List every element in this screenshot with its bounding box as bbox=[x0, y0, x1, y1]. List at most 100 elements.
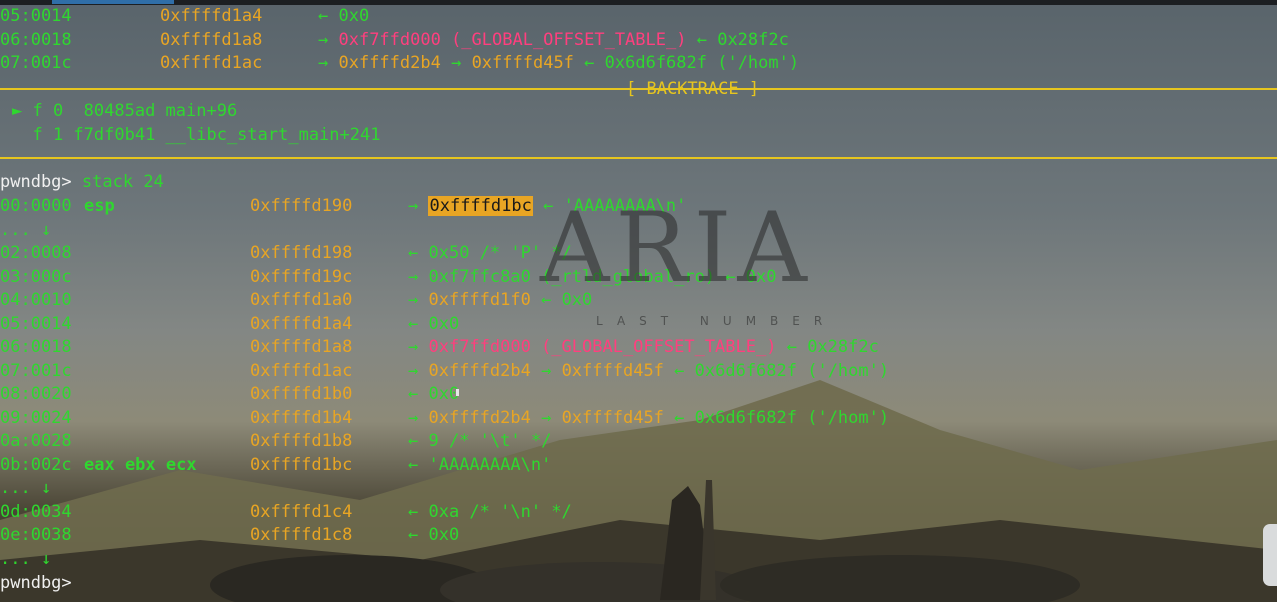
stack-row: 07:001c 0xffffd1ac → 0xffffd2b4 → 0xffffd4… bbox=[0, 52, 799, 75]
stack-index: 05:0014 bbox=[0, 313, 72, 334]
stack-row: 04:0010 0xffffd1a0 → 0xffffd1f0 ← 0x0 bbox=[0, 289, 592, 312]
pointer-arrow: → bbox=[408, 337, 429, 357]
stack-address: 0xffffd190 bbox=[250, 196, 353, 216]
value-text: 0x0 bbox=[428, 384, 460, 404]
stack-row: 0b:002c eax ebx ecx 0xffffd1bc ← 'AAAAAAAA\… bbox=[0, 454, 551, 477]
register-label: eax ebx ecx bbox=[84, 454, 197, 475]
frame-text: f 0 80485ad main+96 bbox=[22, 101, 238, 121]
stack-address: 0xffffd1a8 bbox=[250, 337, 353, 357]
stack-index: 03:000c bbox=[0, 266, 72, 287]
value-text: 0x28f2c bbox=[807, 337, 879, 357]
stack-index: 05:0014 bbox=[0, 6, 72, 26]
stack-row: 06:0018 0xffffd1a8 → 0xf7ffd000 (_GLOBAL_O… bbox=[0, 336, 879, 359]
pointer-arrow: ← bbox=[408, 313, 429, 334]
pointer-arrow: ← bbox=[408, 525, 429, 545]
backtrace-header: [ BACKTRACE ] bbox=[626, 79, 760, 99]
section-divider bbox=[0, 157, 1277, 159]
highlighted-address: 0xffffd1bc bbox=[428, 196, 533, 216]
stack-address: 0xffffd1a4 bbox=[160, 6, 263, 26]
stack-row: ... ↓ bbox=[0, 219, 250, 242]
pointer-arrow: → bbox=[318, 29, 339, 50]
register-label: esp bbox=[84, 196, 115, 216]
stack-index: 02:0008 bbox=[0, 243, 72, 263]
stack-index: ... ↓ bbox=[0, 478, 52, 498]
stack-index: 06:0018 bbox=[0, 29, 72, 50]
value-text: 0x6d6f682f ('/hom') bbox=[694, 407, 890, 428]
pointer-address: 0xffffd45f bbox=[471, 53, 574, 73]
stack-address: 0xffffd1ac bbox=[160, 53, 263, 73]
stack-row: ... ↓ bbox=[0, 548, 250, 571]
pointer-arrow: ← bbox=[573, 53, 605, 73]
value-text: 9 /* '\t' */ bbox=[428, 431, 552, 451]
watermark-title: ARIA bbox=[540, 192, 813, 304]
frame-marker-icon bbox=[12, 125, 22, 145]
pointer-arrow: → bbox=[408, 266, 429, 287]
value-text: 0x0 bbox=[428, 313, 460, 334]
stack-row: 05:0014 0xffffd1a4 ← 0x0 bbox=[0, 313, 459, 336]
aria-watermark: ARIA LAST NUMBER bbox=[540, 192, 822, 328]
stack-index: 0b:002c bbox=[0, 454, 72, 475]
watermark-subtitle: LAST NUMBER bbox=[596, 314, 837, 328]
stack-index: 04:0010 bbox=[0, 290, 72, 310]
stack-address: 0xffffd1a8 bbox=[160, 29, 263, 50]
pointer-arrow: ← bbox=[408, 384, 429, 404]
stack-row: 06:0018 0xffffd1a8 → 0xf7ffd000 (_GLOBAL_O… bbox=[0, 29, 789, 52]
pointer-arrow: → bbox=[408, 290, 429, 310]
stack-row: 09:0024 0xffffd1b4 → 0xffffd2b4 → 0xffffd4… bbox=[0, 407, 889, 430]
pointer-arrow: ← bbox=[776, 337, 808, 357]
stack-index: 06:0018 bbox=[0, 337, 72, 357]
active-tab-indicator[interactable] bbox=[52, 0, 174, 4]
backtrace-frame: ► f 0 80485ad main+96 bbox=[12, 100, 237, 123]
stack-index: ... ↓ bbox=[0, 548, 52, 569]
pointer-address: 0xffffd45f bbox=[561, 407, 664, 428]
stack-row: 0e:0038 0xffffd1c8 ← 0x0 bbox=[0, 524, 459, 547]
scrollbar-handle[interactable] bbox=[1263, 524, 1277, 586]
pointer-arrow: → bbox=[408, 407, 429, 428]
stack-row: 02:0008 0xffffd198 ← 0x50 /* 'P' */ bbox=[0, 242, 572, 265]
pointer-arrow: ← bbox=[408, 431, 429, 451]
shell-prompt-final: pwndbg> bbox=[0, 573, 72, 593]
frame-text: f 1 f7df0b41 __libc_start_main+241 bbox=[22, 124, 381, 145]
value-text: 0xa /* '\n' */ bbox=[428, 501, 572, 522]
stack-index: ... ↓ bbox=[0, 219, 52, 240]
stack-address: 0xffffd19c bbox=[250, 266, 353, 287]
pointer-arrow: → bbox=[408, 196, 429, 216]
stack-address: 0xffffd1ac bbox=[250, 360, 353, 381]
stack-index: 07:001c bbox=[0, 360, 72, 381]
pointer-address: 0xffffd1f0 bbox=[428, 290, 531, 310]
value-text: 0x28f2c bbox=[717, 29, 789, 50]
stack-address: 0xffffd1bc bbox=[250, 454, 353, 475]
pointer-arrow: ← bbox=[408, 501, 429, 522]
symbol-value: 0xf7ffd000 (_GLOBAL_OFFSET_TABLE_) bbox=[338, 29, 687, 50]
command-line: pwndbg> stack 24 bbox=[0, 171, 164, 194]
value-text: 0x0 bbox=[428, 525, 460, 545]
pointer-arrow: → bbox=[318, 53, 339, 73]
shell-prompt: pwndbg> bbox=[0, 172, 72, 192]
stack-address: 0xffffd1b8 bbox=[250, 431, 353, 451]
mouse-cursor-icon bbox=[456, 389, 459, 396]
value-text: 'AAAAAAAA\n' bbox=[428, 454, 552, 475]
stack-row: 08:0020 0xffffd1b0 ← 0x0 bbox=[0, 383, 459, 406]
stack-row: 07:001c 0xffffd1ac → 0xffffd2b4 → 0xffffd4… bbox=[0, 360, 889, 383]
pointer-arrow: ← bbox=[408, 243, 429, 263]
stack-row: 0a:0028 0xffffd1b8 ← 9 /* '\t' */ bbox=[0, 430, 551, 453]
stack-row: 05:0014 0xffffd1a4 ← 0x0 bbox=[0, 5, 369, 28]
value-text: 0x0 bbox=[338, 6, 370, 26]
stack-index: 07:001c bbox=[0, 53, 72, 73]
pointer-address: 0xffffd2b4 bbox=[338, 53, 441, 73]
final-prompt-line[interactable]: pwndbg> bbox=[0, 572, 72, 595]
pointer-arrow: ← bbox=[318, 6, 339, 26]
stack-address: 0xffffd1a0 bbox=[250, 290, 353, 310]
backtrace-frame: f 1 f7df0b41 __libc_start_main+241 bbox=[12, 124, 380, 147]
pointer-arrow: → bbox=[530, 407, 562, 428]
pointer-arrow: ← bbox=[663, 360, 695, 381]
command-text: stack 24 bbox=[81, 172, 164, 192]
pointer-arrow: → bbox=[530, 360, 562, 381]
stack-address: 0xffffd1c4 bbox=[250, 501, 353, 522]
pointer-arrow: ← bbox=[663, 407, 695, 428]
pointer-arrow: ← bbox=[686, 29, 718, 50]
stack-index: 0e:0038 bbox=[0, 525, 72, 545]
pointer-arrow: ← bbox=[408, 454, 429, 475]
pointer-arrow: → bbox=[440, 53, 472, 73]
stack-index: 00:0000 bbox=[0, 196, 72, 216]
